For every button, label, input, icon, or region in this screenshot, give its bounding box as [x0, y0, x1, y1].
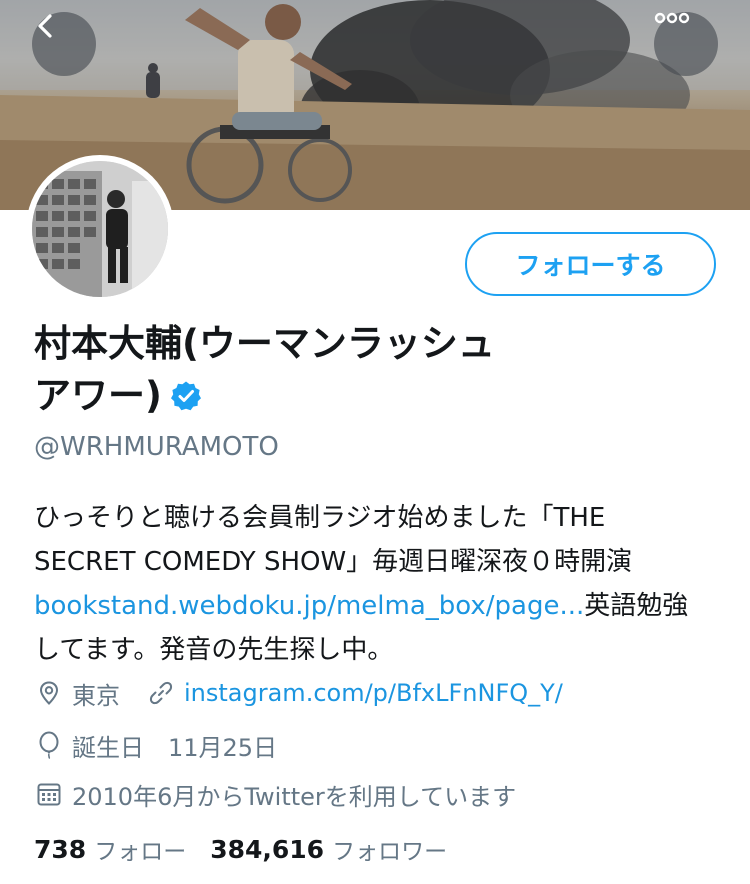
joined-row: 2010年6月からTwitterを利用しています — [34, 777, 516, 811]
ellipsis-icon — [654, 12, 690, 24]
birthday-row: 誕生日 11月25日 — [34, 728, 277, 762]
bio-link[interactable]: bookstand.webdoku.jp/melma_box/page... — [34, 591, 584, 621]
following-count[interactable]: 738 — [34, 835, 86, 864]
following-label[interactable]: フォロー — [94, 832, 186, 866]
bio-line: SECRET COMEDY SHOW」毎週日曜深夜０時開演 — [34, 547, 633, 577]
link-icon — [146, 678, 176, 708]
avatar[interactable] — [26, 155, 174, 303]
joined-text: 2010年6月からTwitterを利用しています — [72, 782, 517, 811]
location-website-row: 東京 instagram.com/p/BfxLFnNFQ_Y/ — [34, 676, 563, 710]
username-handle: @WRHMURAMOTO — [34, 432, 279, 462]
bio-line: bookstand.webdoku.jp/melma_box/page...英語… — [34, 584, 734, 628]
bio-line: ひっそりと聴ける会員制ラジオ始めました「THE — [34, 503, 606, 533]
verified-badge-icon — [170, 374, 202, 426]
followers-label[interactable]: フォロワー — [332, 832, 447, 866]
display-name-line2-wrap: アワー) — [34, 370, 594, 426]
location-text: 東京 — [72, 681, 120, 710]
chevron-left-icon — [38, 14, 52, 38]
display-name-line2: アワー) — [34, 374, 162, 417]
birthday-text: 誕生日 11月25日 — [72, 733, 278, 762]
calendar-icon — [34, 779, 64, 809]
bio-line: してます。発音の先生探し中。 — [34, 635, 394, 665]
balloon-icon — [34, 730, 64, 760]
bio-text: 英語勉強 — [584, 591, 689, 621]
display-name-line1: 村本大輔(ウーマンラッシュ — [34, 322, 495, 365]
back-button[interactable] — [32, 12, 96, 76]
website-link[interactable]: instagram.com/p/BfxLFnNFQ_Y/ — [184, 679, 563, 707]
more-options-button[interactable] — [654, 12, 718, 76]
followers-count[interactable]: 384,616 — [210, 835, 324, 864]
follow-button[interactable]: フォローする — [465, 232, 716, 296]
location-pin-icon — [34, 678, 64, 708]
display-name: 村本大輔(ウーマンラッシュ アワー) — [34, 318, 594, 426]
avatar-photo — [32, 161, 168, 297]
follow-stats: 738 フォロー 384,616 フォロワー — [34, 832, 471, 866]
profile-bio: ひっそりと聴ける会員制ラジオ始めました「THE SECRET COMEDY SH… — [34, 496, 734, 672]
